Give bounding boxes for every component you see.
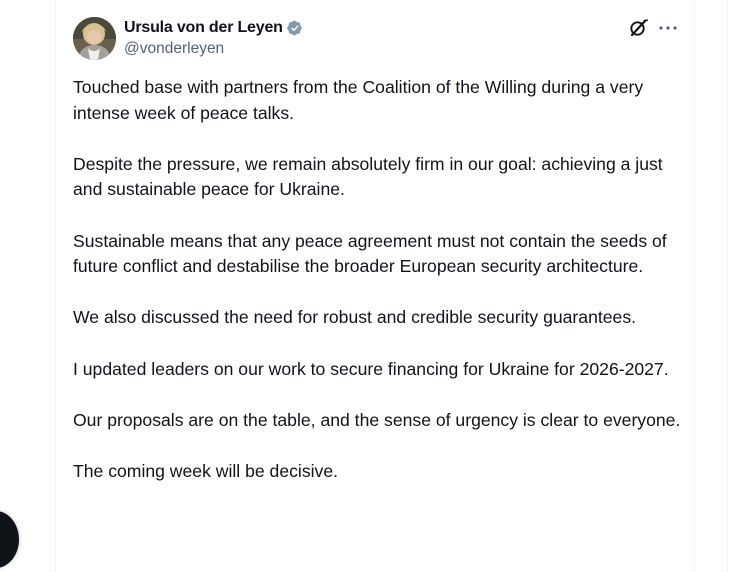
tweet-paragraph: Despite the pressure, we remain absolute… <box>73 153 663 200</box>
display-name[interactable]: Ursula von der Leyen <box>124 19 283 37</box>
tweet-paragraph: Sustainable means that any peace agreeme… <box>73 230 667 277</box>
floating-action-button[interactable] <box>0 511 19 568</box>
timeline-right-border <box>694 0 695 572</box>
tweet-paragraph: Our proposals are on the table, and the … <box>73 409 681 430</box>
tweet-paragraph: I updated leaders on our work to secure … <box>73 358 669 379</box>
tweet-text: Touched base with partners from the Coal… <box>73 75 681 510</box>
tweet-paragraph: The coming week will be decisive. <box>73 460 338 481</box>
tweet-paragraph: We also discussed the need for robust an… <box>73 307 636 328</box>
author-name-row: Ursula von der Leyen <box>124 17 304 39</box>
verified-badge-icon <box>286 19 304 37</box>
more-icon[interactable] <box>657 17 679 39</box>
avatar-photo <box>73 17 116 60</box>
user-handle[interactable]: @vonderleyen <box>124 39 304 59</box>
tweet-paragraph: Touched base with partners from the Coal… <box>73 77 644 123</box>
grok-icon[interactable] <box>627 17 649 39</box>
tweet[interactable]: Ursula von der Leyen @vonderleyen Touche… <box>56 0 694 572</box>
page: Ursula von der Leyen @vonderleyen Touche… <box>0 0 730 572</box>
sidebar-edge <box>727 0 728 572</box>
author-block: Ursula von der Leyen @vonderleyen <box>124 17 304 61</box>
avatar[interactable] <box>73 17 116 60</box>
